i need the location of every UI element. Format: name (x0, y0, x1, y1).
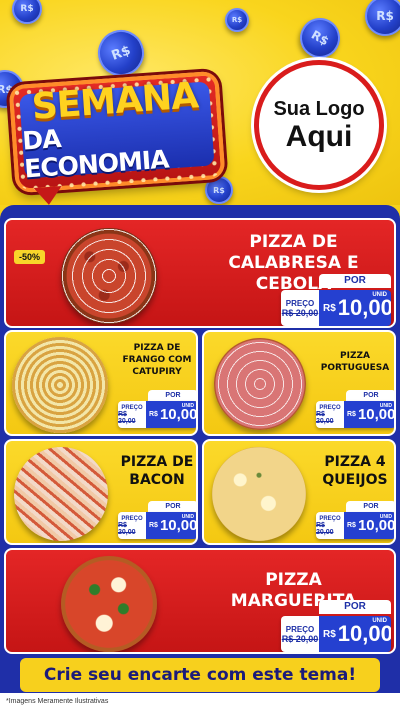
coin-icon: R$ (365, 0, 400, 36)
price-value: 10,00 (337, 295, 391, 320)
new-price-box: R$ 10,00 UNID (319, 290, 391, 326)
por-label: POR (319, 274, 391, 288)
old-price-box: PREÇO R$ 20,00 (316, 512, 344, 539)
old-price: R$ 20,00 (316, 521, 334, 536)
price-value: 10,00 (337, 621, 391, 646)
old-price-box: PREÇO R$ 20,00 (281, 616, 319, 652)
footer-disclaimer: *Imagens Meramente Ilustrativas (0, 693, 400, 711)
old-price-box: PREÇO R$ 20,00 (118, 512, 146, 539)
unit-label: UNID (379, 403, 392, 409)
banner-inner: SEMANA DA ECONOMIA (19, 75, 215, 184)
old-price: R$ 20,00 (281, 307, 319, 318)
price-tag: POR PREÇO R$ 20,00 R$ 10,00 UNID (118, 501, 196, 539)
old-price: R$ 20,00 (281, 633, 319, 644)
coin-icon: R$ (91, 23, 151, 83)
product-name: PIZZA PORTUGUESA (320, 351, 390, 373)
pizza-image (61, 556, 157, 652)
new-price-box: R$ 10,00 UNID (146, 512, 196, 539)
product-name: PIZZA DE FRANGO COM CATUPIRY (122, 343, 192, 377)
preco-label: PREÇO (285, 298, 315, 308)
old-price: R$ 20,00 (118, 410, 136, 425)
currency: R$ (149, 411, 158, 418)
price-tag: POR PREÇO R$ 20,00 R$ 10,00 UNID (118, 390, 196, 428)
product-card: PIZZA DE FRANGO COM CATUPIRY POR PREÇO R… (4, 330, 198, 436)
por-label: POR (346, 390, 394, 401)
old-price: R$ 20,00 (118, 521, 136, 536)
product-card: PIZZA 4 QUEIJOS POR PREÇO R$ 20,00 R$ 10… (202, 439, 396, 545)
currency: R$ (347, 522, 356, 529)
price-tag: POR PREÇO R$ 20,00 R$ 10,00 UNID (281, 274, 391, 326)
header: R$ R$ R$ R$ R$ R$ R$ SEMANA DA ECONOMIA … (0, 0, 400, 205)
por-label: POR (148, 501, 196, 512)
pizza-image (14, 447, 108, 541)
product-name: PIZZA DE BACON (120, 454, 194, 488)
logo-text-line2: Aqui (285, 119, 353, 153)
currency: R$ (323, 302, 336, 314)
por-label: POR (148, 390, 196, 401)
new-price-box: R$ 10,00 UNID (146, 401, 196, 428)
old-price-box: PREÇO R$ 20,00 (316, 401, 344, 428)
new-price-box: R$ 10,00 UNID (344, 401, 394, 428)
old-price-box: PREÇO R$ 20,00 (281, 290, 319, 326)
price-tag: POR PREÇO R$ 20,00 R$ 10,00 UNID (281, 600, 391, 652)
coin-icon: R$ (292, 10, 348, 66)
new-price-box: R$ 10,00 UNID (319, 616, 391, 652)
coin-icon: R$ (12, 0, 42, 24)
logo-text-line1: Sua Logo (273, 97, 365, 120)
old-price: R$ 20,00 (316, 410, 334, 425)
pizza-image (12, 337, 108, 433)
unit-label: UNID (379, 514, 392, 520)
price-tag: POR PREÇO R$ 20,00 R$ 10,00 UNID (316, 501, 394, 539)
pizza-image (61, 228, 157, 324)
product-card: -50% PIZZA DE CALABRESA E CEBOLA POR PRE… (4, 218, 396, 328)
por-label: POR (319, 600, 391, 614)
unit-label: UNID (181, 403, 194, 409)
currency: R$ (323, 628, 336, 640)
pizza-image (212, 447, 306, 541)
coin-icon: R$ (205, 176, 233, 204)
product-name: PIZZA 4 QUEIJOS (322, 454, 388, 488)
product-card: PIZZA MARGUERITA POR PREÇO R$ 20,00 R$ 1… (4, 548, 396, 654)
price-tag: POR PREÇO R$ 20,00 R$ 10,00 UNID (316, 390, 394, 428)
pizza-image (214, 338, 306, 430)
unit-label: UNID (372, 618, 387, 624)
logo-placeholder: Sua Logo Aqui (254, 60, 384, 190)
product-card: PIZZA DE BACON POR PREÇO R$ 20,00 R$ 10,… (4, 439, 198, 545)
preco-label: PREÇO (285, 624, 315, 634)
cta-banner: Crie seu encarte com este tema! (20, 658, 380, 692)
discount-badge: -50% (14, 250, 46, 264)
product-card: PIZZA PORTUGUESA POR PREÇO R$ 20,00 R$ 1… (202, 330, 396, 436)
new-price-box: R$ 10,00 UNID (344, 512, 394, 539)
unit-label: UNID (181, 514, 194, 520)
unit-label: UNID (372, 292, 387, 298)
currency: R$ (149, 522, 158, 529)
por-label: POR (346, 501, 394, 512)
event-banner: SEMANA DA ECONOMIA (8, 70, 226, 205)
coin-icon: R$ (225, 8, 249, 32)
currency: R$ (347, 411, 356, 418)
banner-tail (33, 185, 63, 205)
old-price-box: PREÇO R$ 20,00 (118, 401, 146, 428)
